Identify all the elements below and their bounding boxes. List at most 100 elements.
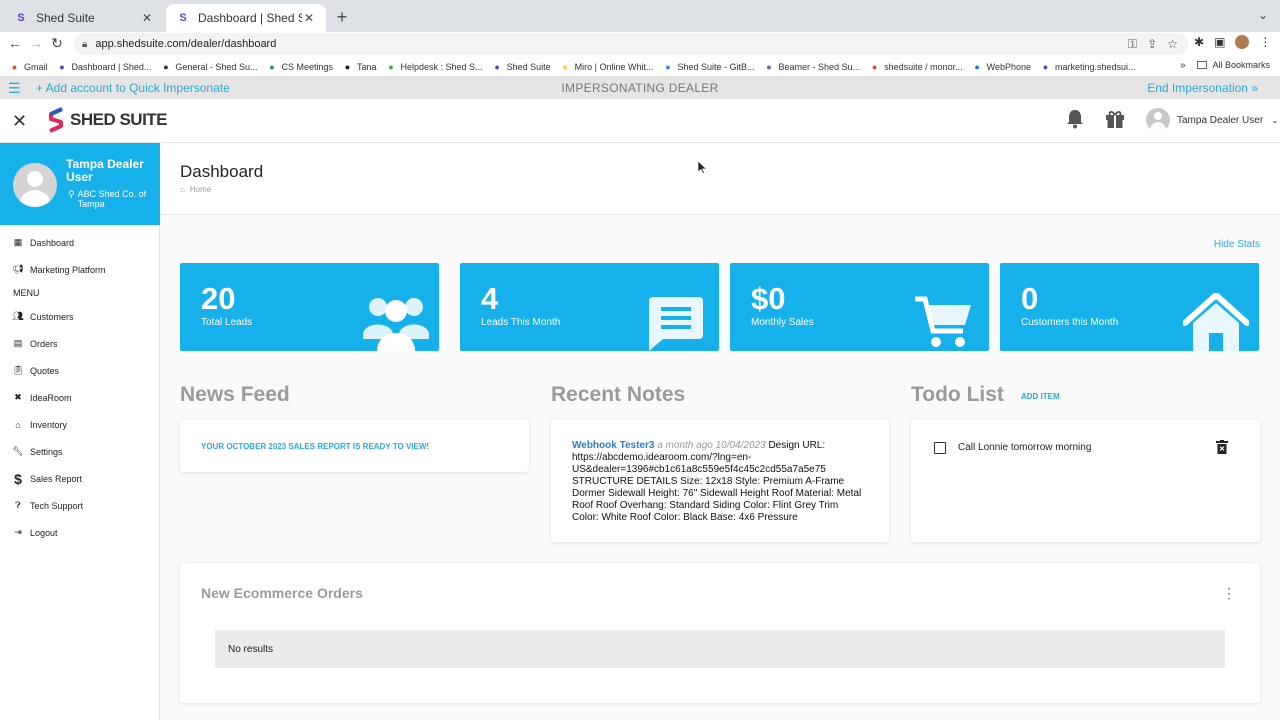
bookmark-item[interactable]: ● CS Meetings — [266, 61, 333, 72]
bookmark-item[interactable]: ● Dashboard | Shed... — [57, 61, 152, 72]
bookmark-item[interactable]: ● Helpdesk : Shed S... — [386, 61, 482, 72]
star-icon[interactable]: ☆ — [1167, 37, 1178, 51]
bookmark-item[interactable]: ● Beamer - Shed Su... — [764, 61, 861, 72]
notification-bell-icon[interactable] — [1066, 109, 1084, 129]
miro-icon: ● — [562, 61, 568, 72]
add-todo-item-button[interactable]: ADD ITEM — [1021, 392, 1060, 401]
sidebar-item-label: Inventory — [30, 419, 68, 430]
tab-search-icon[interactable]: ⌄ — [1258, 8, 1268, 22]
shedsuite-favicon-icon: S — [179, 12, 187, 24]
bookmark-item[interactable]: ● General - Shed Su... — [160, 61, 257, 72]
key-icon[interactable]: ⚿ — [1128, 37, 1137, 52]
bookmarks-bar: ● Gmail ● Dashboard | Shed... ● General - She… — [0, 57, 1280, 77]
hide-stats-link[interactable]: Hide Stats — [1214, 239, 1260, 250]
bookmark-label: Dashboard | Shed... — [71, 61, 152, 72]
stat-value: 4 — [481, 281, 499, 316]
todo-item-text: Call Lonnie tomorrow morning — [958, 442, 1092, 453]
bookmark-item[interactable]: ● Tana — [342, 61, 377, 72]
page-title: Dashboard — [180, 162, 264, 181]
note-item[interactable]: Webhook Tester3 a month ago 10/04/2023 D… — [572, 440, 862, 524]
bookmark-item[interactable]: ● WebPhone — [972, 61, 1031, 72]
sidepanel-icon[interactable]: ▣ — [1214, 35, 1225, 49]
sidebar-item-quotes[interactable]: 📋︎ Quotes — [0, 357, 160, 384]
close-tab-icon[interactable]: ✕ — [140, 11, 154, 25]
sidebar-item-orders[interactable]: ▤ Orders — [0, 330, 160, 357]
sidebar-item-label: Quotes — [30, 365, 60, 376]
bookmark-item[interactable]: ● Shed Suite - GitB... — [662, 61, 754, 72]
forward-icon[interactable]: → — [27, 35, 45, 51]
mouse-cursor-icon — [698, 161, 707, 174]
sidebar-item-idearoom[interactable]: ✖ IdeaRoom — [0, 384, 160, 411]
sidebar-item-tech-support[interactable]: ❓︎ Tech Support — [0, 492, 160, 519]
stat-card-leads-this-month[interactable]: 4 Leads This Month — [460, 263, 719, 351]
browser-tab[interactable]: S Shed Suite ✕ — [4, 4, 164, 32]
bookmark-item[interactable]: ● Shed Suite — [492, 61, 551, 72]
location-pin-icon: ⚲ — [68, 189, 75, 199]
new-tab-button[interactable]: + — [332, 7, 352, 28]
beamer-icon: ● — [766, 61, 772, 72]
sidebar-menu: ▦ Dashboard 📢︎ Marketing Platform MENU 👥… — [0, 229, 160, 546]
sidebar-item-label: Customers — [30, 311, 74, 322]
cart-icon — [915, 296, 971, 347]
sidebar-item-settings[interactable]: 🔧︎ Settings — [0, 438, 160, 465]
sidebar-item-customers[interactable]: 👥︎ Customers — [0, 303, 160, 330]
recent-notes-card: Webhook Tester3 a month ago 10/04/2023 D… — [551, 420, 889, 542]
dashboard-icon: ▦ — [13, 237, 23, 247]
megaphone-icon: 📢︎ — [12, 264, 24, 274]
shedsuite-icon: ● — [1042, 61, 1049, 72]
all-bookmarks[interactable]: All Bookmarks — [1197, 60, 1270, 70]
folder-icon — [1197, 61, 1208, 69]
gift-icon[interactable] — [1105, 109, 1125, 129]
bookmark-item[interactable]: ● Gmail — [9, 61, 48, 72]
home-icon: ⌂ — [180, 185, 185, 194]
breadcrumb-home[interactable]: Home — [190, 185, 211, 194]
delete-trash-icon[interactable] — [1216, 440, 1228, 454]
bookmark-label: General - Shed Su... — [175, 61, 258, 72]
kebab-menu-icon[interactable]: ⋮ — [1222, 585, 1236, 602]
note-meta: a month ago 10/04/2023 — [657, 440, 766, 451]
sidebar-item-logout[interactable]: ⇥ Logout — [0, 519, 160, 546]
shed-suite-logo[interactable]: SHED SUITE — [48, 107, 168, 133]
sidebar-item-marketing-platform[interactable]: 📢︎ Marketing Platform — [0, 256, 160, 283]
user-menu[interactable]: Tampa Dealer User ⌄ — [1146, 108, 1279, 132]
stat-label: Leads This Month — [481, 317, 561, 328]
close-tab-icon[interactable]: ✕ — [302, 11, 316, 25]
back-icon[interactable]: ← — [6, 35, 24, 51]
extensions-icon[interactable]: ✱ — [1194, 35, 1204, 49]
stat-value: $0 — [751, 281, 786, 316]
end-impersonation-link[interactable]: End Impersonation » — [1147, 81, 1258, 95]
news-item-link[interactable]: YOUR OCTOBER 2023 SALES REPORT IS READY … — [201, 442, 429, 451]
stat-card-customers-this-month[interactable]: 0 Customers this Month — [1000, 263, 1259, 351]
clipboard-icon: 📋︎ — [12, 365, 24, 375]
browser-tab-active[interactable]: S Dashboard | Shed Suite ✕ — [166, 4, 326, 32]
bookmark-item[interactable]: ● Miro | Online Whit... — [560, 61, 654, 72]
dollar-icon: $ — [14, 470, 22, 487]
bookmark-label: Beamer - Shed Su... — [778, 61, 861, 72]
note-author[interactable]: Webhook Tester3 — [572, 440, 654, 451]
wrench-icon: 🔧︎ — [12, 446, 24, 456]
bookmark-item[interactable]: ● shedsuite / monor... — [869, 61, 963, 72]
more-menu-icon[interactable]: ⋮ — [1259, 35, 1271, 49]
stat-card-total-leads[interactable]: 20 Total Leads — [180, 263, 439, 351]
sidebar-item-inventory[interactable]: ⌂ Inventory — [0, 411, 160, 438]
company-name: ABC Shed Co. of Tampa — [77, 189, 147, 209]
sidebar-item-label: Orders — [30, 338, 58, 349]
bookmark-item[interactable]: ● marketing.shedsui... — [1040, 61, 1136, 72]
share-icon[interactable]: ⇪ — [1147, 37, 1157, 51]
meet-icon: ● — [269, 61, 275, 72]
more-bookmarks-icon[interactable]: » — [1180, 60, 1186, 71]
close-sidebar-icon[interactable]: ✕ — [12, 111, 27, 132]
bookmark-label: Miro | Online Whit... — [574, 61, 654, 72]
menu-heading: MENU — [13, 288, 40, 298]
reload-icon[interactable]: ↻ — [48, 35, 66, 52]
browser-tabstrip: S Shed Suite ✕ S Dashboard | Shed Suite … — [0, 0, 1280, 32]
help-icon: ❓︎ — [15, 500, 21, 510]
address-bar[interactable]: 🔒︎ app.shedsuite.com/dealer/dashboard ⚿ … — [74, 33, 1188, 55]
profile-avatar-icon[interactable] — [1235, 35, 1250, 49]
sidebar-item-dashboard[interactable]: ▦ Dashboard — [0, 229, 160, 256]
sidebar-item-sales-report[interactable]: $ Sales Report — [0, 465, 160, 492]
todo-checkbox[interactable] — [934, 442, 946, 454]
tab-title: Shed Suite — [36, 11, 95, 25]
bookmark-label: Shed Suite — [506, 61, 551, 72]
stat-card-monthly-sales[interactable]: $0 Monthly Sales — [730, 263, 989, 351]
